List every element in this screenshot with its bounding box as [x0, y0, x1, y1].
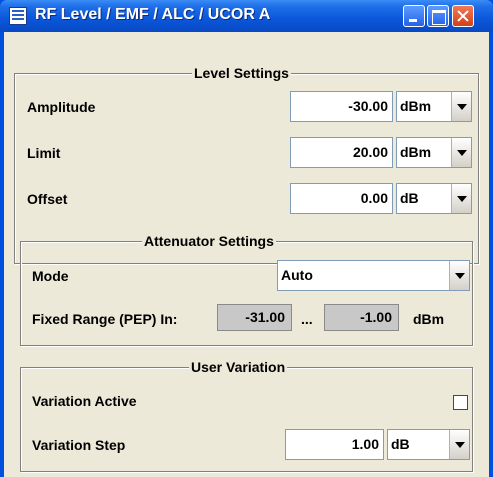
fixed-range-separator: ... [301, 311, 313, 327]
offset-unit-select[interactable]: dB [396, 183, 472, 214]
fixed-range-unit: dBm [413, 311, 445, 327]
amplitude-label: Amplitude [27, 99, 96, 115]
mode-select[interactable]: Auto [277, 260, 470, 291]
limit-unit-select[interactable]: dBm [396, 137, 472, 168]
variation-step-label: Variation Step [32, 437, 126, 453]
fixed-range-label: Fixed Range (PEP) In: [32, 311, 178, 327]
amplitude-input[interactable]: -30.00 [290, 91, 393, 122]
user-variation-group: User Variation Variation Active Variatio… [20, 359, 473, 472]
window-title: RF Level / EMF / ALC / UCOR A [35, 6, 271, 23]
limit-label: Limit [27, 145, 61, 161]
mode-label: Mode [32, 268, 69, 284]
app-window-icon [9, 7, 27, 25]
variation-step-unit-select[interactable]: dB [387, 429, 470, 460]
chevron-down-icon[interactable] [449, 261, 469, 290]
user-variation-title: User Variation [189, 359, 288, 375]
maximize-button[interactable] [427, 5, 449, 27]
variation-active-checkbox[interactable] [453, 395, 468, 410]
chevron-down-icon[interactable] [451, 92, 471, 121]
chevron-down-icon[interactable] [451, 184, 471, 213]
close-button[interactable] [452, 5, 474, 27]
chevron-down-icon[interactable] [449, 430, 469, 459]
offset-input[interactable]: 0.00 [290, 183, 393, 214]
chevron-down-icon[interactable] [451, 138, 471, 167]
fixed-range-min-value: -31.00 [217, 304, 292, 331]
attenuator-settings-group: Attenuator Settings Mode Auto Fixed Rang… [20, 233, 473, 346]
fixed-range-max-value: -1.00 [324, 304, 399, 331]
title-bar[interactable]: RF Level / EMF / ALC / UCOR A [0, 0, 493, 32]
variation-step-unit-value: dB [391, 436, 410, 452]
variation-step-input[interactable]: 1.00 [285, 429, 384, 460]
amplitude-unit-value: dBm [400, 98, 432, 114]
limit-unit-value: dBm [400, 144, 432, 160]
level-settings-title: Level Settings [192, 65, 291, 81]
variation-active-label: Variation Active [32, 393, 137, 409]
dialog-window: RF Level / EMF / ALC / UCOR A Level Sett… [0, 0, 493, 477]
mode-value: Auto [281, 267, 313, 283]
amplitude-unit-select[interactable]: dBm [396, 91, 472, 122]
dialog-client-area: Level Settings Amplitude -30.00 dBm Limi… [4, 32, 489, 477]
attenuator-settings-title: Attenuator Settings [142, 233, 276, 249]
offset-unit-value: dB [400, 190, 419, 206]
offset-label: Offset [27, 191, 68, 207]
limit-input[interactable]: 20.00 [290, 137, 393, 168]
minimize-button[interactable] [403, 5, 425, 27]
